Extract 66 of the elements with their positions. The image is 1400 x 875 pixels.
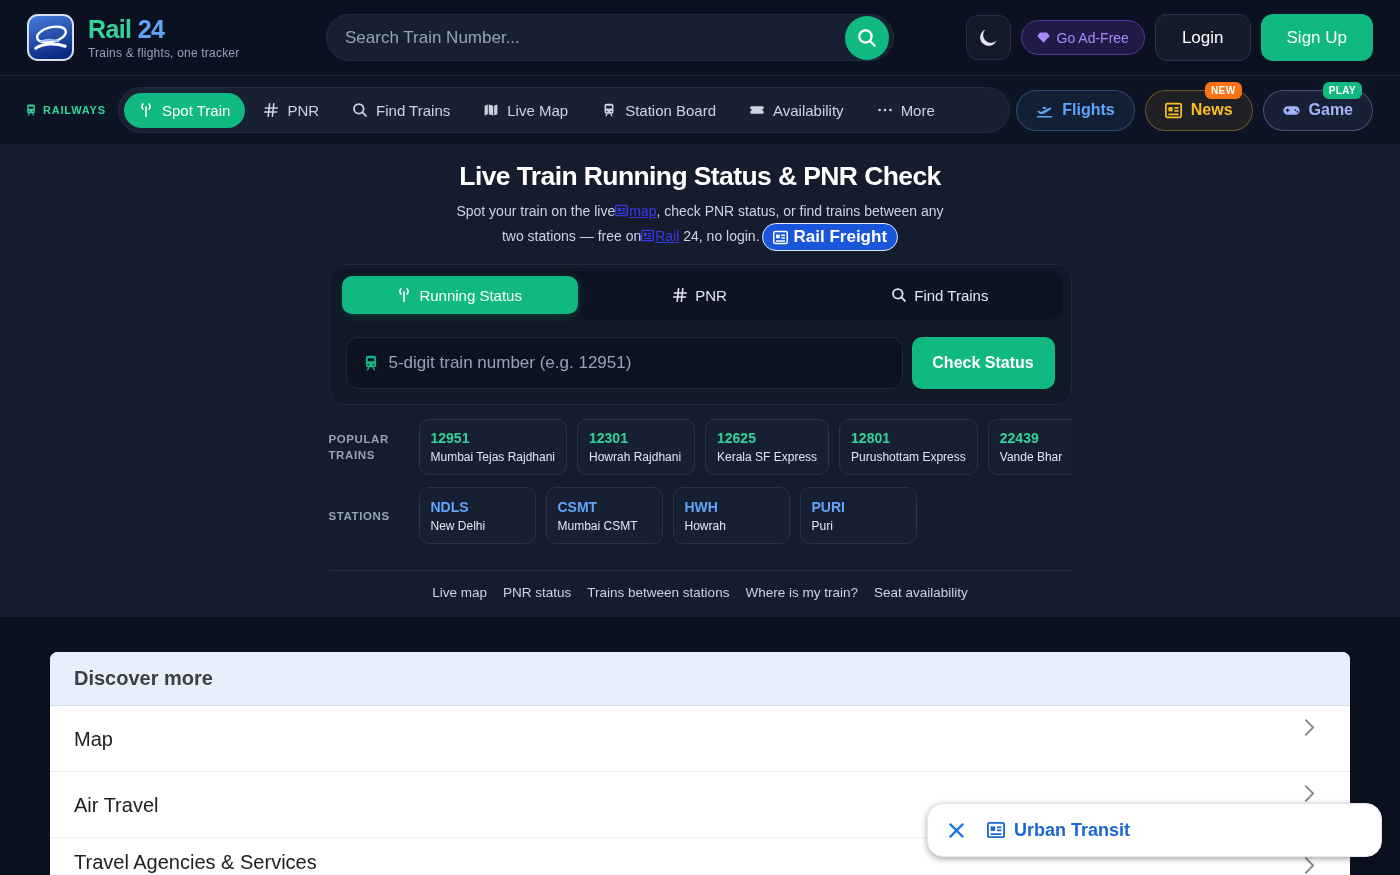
quick-link[interactable]: PNR status bbox=[503, 585, 572, 600]
hero-subtitle: Spot your train on the live map, check PNR status, or find trains between any two stations — free on Rail 24, no login. Rail Freight bbox=[447, 200, 953, 251]
row-label: POPULAR TRAINS bbox=[328, 432, 390, 463]
station-chip[interactable]: HWH Howrah bbox=[672, 487, 790, 544]
search-tab[interactable]: Find Trains bbox=[822, 276, 1059, 314]
quick-link[interactable]: Live map bbox=[432, 585, 488, 600]
nav-tab[interactable]: Live Map bbox=[469, 92, 584, 128]
newspaper-icon bbox=[987, 821, 1005, 839]
nav-tab[interactable]: Find Trains bbox=[338, 92, 466, 128]
search-icon bbox=[858, 28, 876, 47]
go-ad-free-button[interactable]: Go Ad-Free bbox=[1020, 20, 1145, 55]
hash-icon bbox=[673, 288, 688, 302]
close-icon bbox=[949, 822, 964, 838]
broadcast-icon bbox=[397, 288, 412, 302]
newspaper-icon bbox=[641, 228, 655, 242]
chevron-right-icon[interactable] bbox=[1304, 785, 1315, 802]
app-logo-icon[interactable] bbox=[27, 14, 74, 61]
page-title: Live Train Running Status & PNR Check bbox=[459, 160, 941, 193]
station-chip[interactable]: NDLS New Delhi bbox=[418, 487, 536, 544]
quick-link[interactable]: Where is my train? bbox=[745, 585, 858, 600]
moon-icon bbox=[979, 28, 998, 47]
badge: NEW bbox=[1205, 81, 1242, 99]
promo-link[interactable]: Urban Transit bbox=[987, 819, 1131, 841]
train-chip[interactable]: 12801 Purushottam Express bbox=[839, 419, 978, 475]
brand-name: Rail 24 bbox=[88, 15, 166, 43]
map-icon bbox=[484, 103, 499, 117]
newspaper-icon bbox=[615, 204, 629, 217]
search-tab[interactable]: PNR bbox=[581, 276, 819, 314]
search-button[interactable] bbox=[845, 15, 889, 60]
brand-tagline: Trains & flights, one tracker bbox=[88, 46, 240, 60]
search-field[interactable]: Search Train Number... bbox=[326, 14, 894, 61]
nav-tab[interactable]: PNR bbox=[249, 92, 335, 128]
login-button[interactable]: Login bbox=[1154, 14, 1251, 61]
chevron-right-icon[interactable] bbox=[1304, 857, 1315, 874]
section-title: Discover more bbox=[74, 667, 213, 690]
badge: PLAY bbox=[1322, 81, 1362, 99]
quick-nav-button[interactable]: Flights bbox=[1016, 89, 1135, 131]
quick-link[interactable]: Trains between stations bbox=[587, 585, 730, 600]
search-icon bbox=[892, 288, 907, 302]
quick-link[interactable]: Seat availability bbox=[873, 585, 968, 600]
train-chip[interactable]: 22439 Vande Bhar bbox=[987, 419, 1072, 475]
train-chip[interactable]: 12301 Howrah Rajdhani bbox=[577, 419, 695, 475]
train-chip[interactable]: 12625 Kerala SF Express bbox=[705, 419, 830, 475]
ticket-icon bbox=[750, 103, 765, 117]
newspaper-icon bbox=[772, 229, 788, 245]
search-icon bbox=[353, 103, 368, 117]
discover-item[interactable]: Travel Agencies & Services bbox=[74, 850, 317, 874]
chevron-right-icon[interactable] bbox=[1304, 719, 1315, 736]
discover-item[interactable]: Map bbox=[74, 726, 113, 751]
station-chip[interactable]: CSMT Mumbai CSMT bbox=[545, 487, 663, 544]
broadcast-icon bbox=[139, 103, 153, 117]
theme-toggle-button[interactable] bbox=[965, 15, 1011, 60]
train-icon bbox=[25, 104, 37, 116]
nav-tab[interactable]: More bbox=[862, 92, 950, 128]
section-label: RAILWAYS bbox=[43, 104, 106, 116]
gem-icon bbox=[1036, 31, 1050, 44]
promo-link-chip[interactable]: Rail Freight bbox=[761, 223, 899, 251]
search-input[interactable]: Search Train Number... bbox=[345, 15, 845, 60]
row-label: STATIONS bbox=[328, 508, 391, 524]
nav-tab[interactable]: Station Board bbox=[587, 92, 732, 128]
discover-item[interactable]: Air Travel bbox=[74, 792, 159, 817]
newspaper-icon bbox=[1164, 101, 1182, 119]
station-chip[interactable]: PURI Puri bbox=[799, 487, 917, 544]
hash-icon bbox=[264, 103, 279, 117]
train-chip[interactable]: 12951 Mumbai Tejas Rajdhani bbox=[418, 419, 567, 475]
nav-tab[interactable]: Availability bbox=[735, 92, 859, 128]
